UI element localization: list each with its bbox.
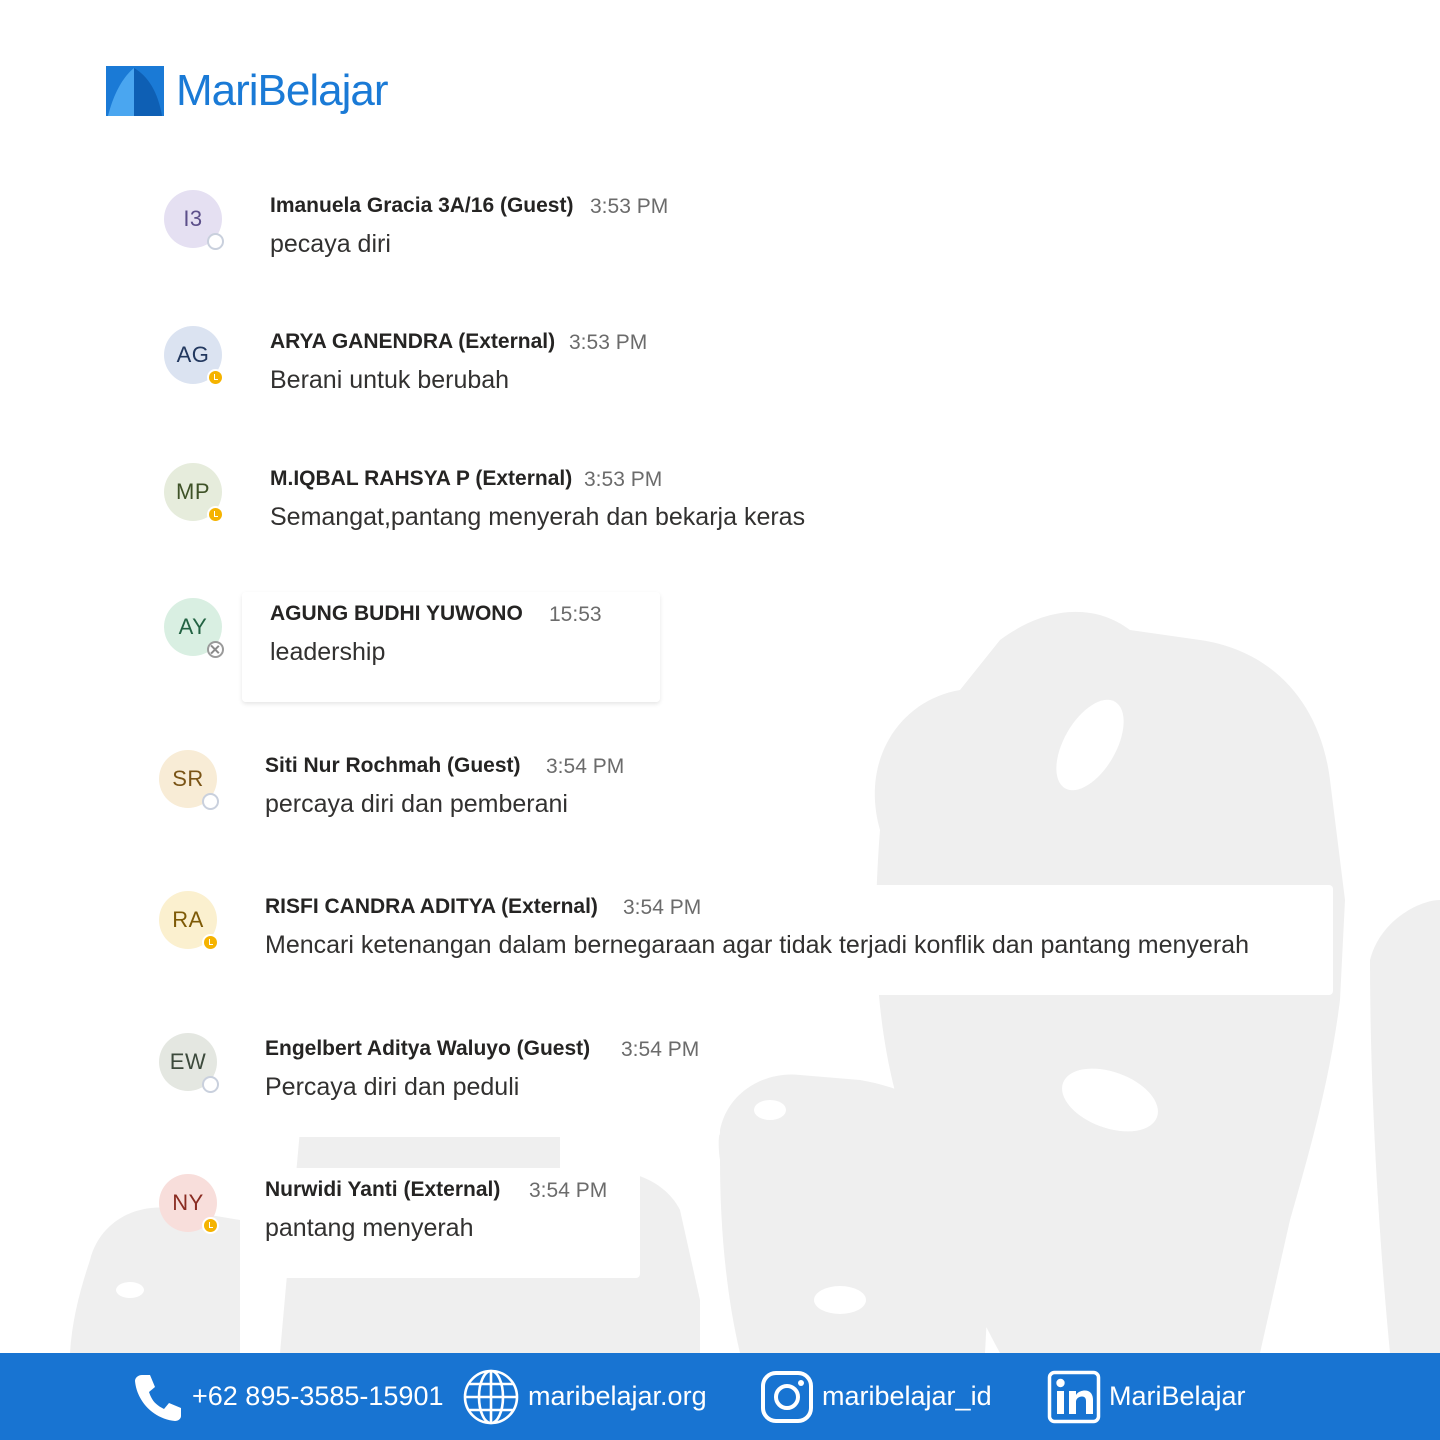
globe-icon [463,1369,519,1424]
avatar-initials: EW [169,1049,207,1074]
brand-name: MariBelajar [176,66,389,115]
footer-phone-label: +62 895-3585-15901 [192,1381,444,1411]
avatar[interactable]: SR [159,750,219,810]
presence-offline-icon [202,793,219,810]
avatar-initials: RA [172,907,204,932]
message-timestamp: 3:53 PM [569,331,648,354]
presence-offline-icon [202,1076,219,1093]
footer-website-label: maribelajar.org [528,1381,707,1411]
presence-away-icon [202,1217,219,1234]
linkedin-icon [1047,1370,1101,1423]
footer-instagram[interactable]: maribelajar_id [760,1353,992,1440]
sender-name[interactable]: M.IQBAL RAHSYA P (External) [270,467,572,491]
presence-away-icon [207,506,224,523]
message-text: leadership [270,638,386,666]
chat-message[interactable]: I3 Imanuela Gracia 3A/16 (Guest) 3:53 PM pe… [164,184,1364,300]
message-text: Semangat,pantang menyerah dan bekarja ke… [270,503,806,531]
presence-dnd-icon [207,641,224,658]
avatar-initials: AY [178,614,208,639]
instagram-icon [761,1370,813,1423]
chat-message[interactable]: SR Siti Nur Rochmah (Guest) 3:54 PM percaya… [159,744,1359,860]
sender-name[interactable]: ARYA GANENDRA (External) [270,330,555,354]
message-timestamp: 3:54 PM [621,1038,700,1061]
chat-message[interactable]: NY Nurwidi Yanti (External) 3:54 PM pantang… [159,1168,1359,1284]
avatar-initials: I3 [183,206,203,231]
sender-name[interactable]: AGUNG BUDHI YUWONO [270,602,523,626]
chat-message[interactable]: MP M.IQBAL RAHSYA P (External) 3:53 PM Sema… [164,457,1364,573]
message-timestamp: 3:53 PM [590,195,669,218]
avatar-initials: NY [172,1190,204,1215]
sender-name[interactable]: Engelbert Aditya Waluyo (Guest) [265,1037,590,1061]
brand-logo: MariBelajar [106,66,389,116]
message-text: percaya diri dan pemberani [265,790,568,818]
message-timestamp: 3:53 PM [584,468,663,491]
sender-name[interactable]: Imanuela Gracia 3A/16 (Guest) [270,194,573,218]
message-timestamp: 3:54 PM [529,1179,608,1202]
avatar[interactable]: I3 [164,190,224,250]
sender-name[interactable]: Nurwidi Yanti (External) [265,1178,500,1202]
avatar-initials: SR [172,766,204,791]
chat-message[interactable]: AG ARYA GANENDRA (External) 3:53 PM Berani … [164,320,1364,436]
avatar[interactable]: AG [164,326,224,386]
sender-name[interactable]: RISFI CANDRA ADITYA (External) [265,895,598,919]
footer-phone[interactable]: +62 895-3585-15901 [132,1353,443,1440]
presence-away-icon [202,934,219,951]
chat-message[interactable]: RA RISFI CANDRA ADITYA (External) 3:54 PM M… [159,885,1359,1001]
avatar-initials: MP [176,479,210,504]
maribelajar-logo-icon [106,66,164,116]
message-text: Percaya diri dan peduli [265,1073,520,1101]
avatar-initials: AG [176,342,210,367]
presence-away-icon [207,369,224,386]
message-text: Berani untuk berubah [270,366,510,394]
avatar[interactable]: RA [159,891,219,951]
avatar[interactable]: EW [159,1033,219,1093]
avatar[interactable]: NY [159,1174,219,1234]
message-timestamp: 3:54 PM [546,755,625,778]
presence-offline-icon [207,233,224,250]
message-text: Mencari ketenangan dalam bernegaraan aga… [265,931,1249,959]
chat-message[interactable]: EW Engelbert Aditya Waluyo (Guest) 3:54 PM… [159,1027,1359,1143]
message-text: pecaya diri [270,230,391,258]
chat-message[interactable]: AY AGUNG BUDHI YUWONO 15:53 leadership [164,592,1364,708]
footer-website[interactable]: maribelajar.org [462,1353,707,1440]
footer-linkedin-label: MariBelajar [1109,1381,1246,1411]
message-timestamp: 3:54 PM [623,896,702,919]
avatar[interactable]: MP [164,463,224,523]
message-timestamp: 15:53 [549,603,602,626]
avatar[interactable]: AY [164,598,224,658]
sender-name[interactable]: Siti Nur Rochmah (Guest) [265,754,521,778]
message-text: pantang menyerah [265,1214,474,1242]
footer-linkedin[interactable]: MariBelajar [1047,1353,1246,1440]
phone-icon [135,1374,181,1421]
footer-instagram-label: maribelajar_id [822,1381,992,1411]
contact-footer: +62 895-3585-15901 maribelajar.org marib… [0,1353,1440,1440]
